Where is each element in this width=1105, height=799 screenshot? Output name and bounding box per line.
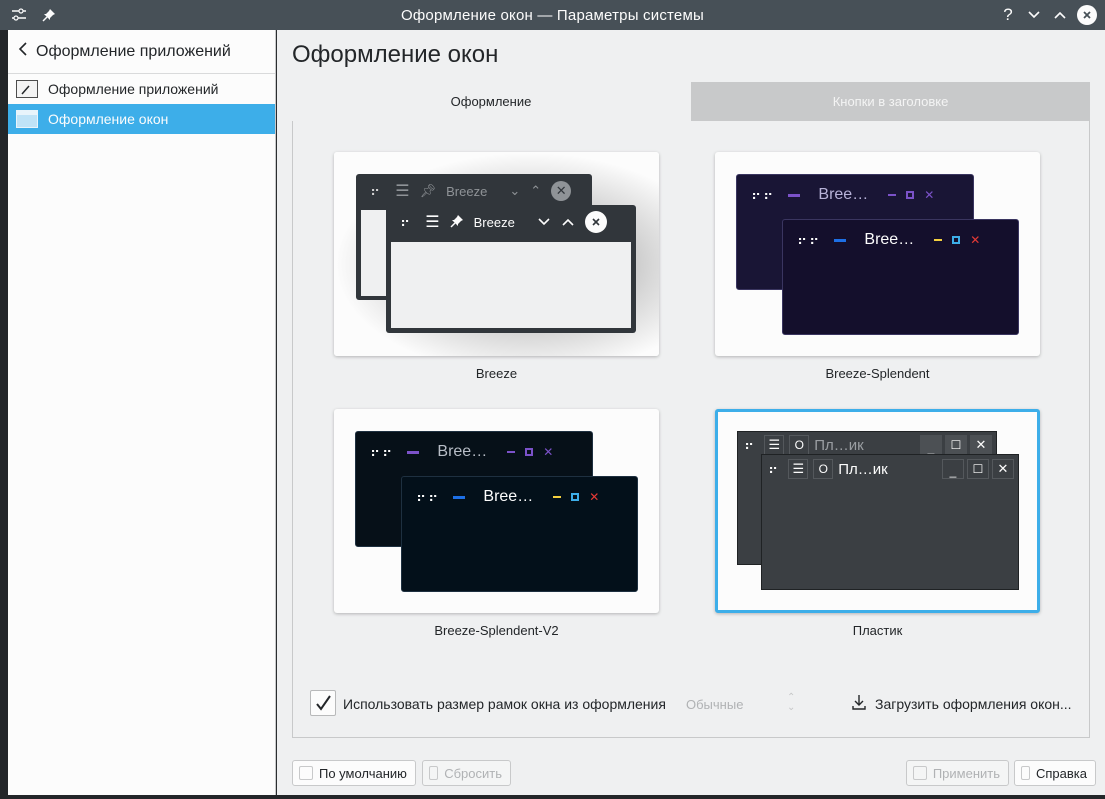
theme-card-breeze-splendent-v2[interactable]: ⠖ ⠖ Bree… ✕ ⠖ ⠖ Bree… ✕ [334, 409, 659, 613]
tab-bar: Оформление Кнопки в заголовке [292, 82, 1090, 121]
window-style-icon [16, 110, 38, 128]
download-icon [851, 694, 867, 713]
help-button[interactable]: ? [999, 5, 1017, 24]
use-border-size-checkbox[interactable] [310, 690, 336, 716]
sidebar-back-label: Оформление приложений [36, 42, 231, 60]
options-row: Использовать размер рамок окна из оформл… [292, 690, 1090, 720]
chevron-up-icon: ⌃ [530, 183, 542, 198]
window-titlebar: Оформление окон — Параметры системы ? [0, 0, 1105, 30]
apply-icon [913, 766, 927, 780]
defaults-button[interactable]: По умолчанию [292, 760, 416, 786]
pin-icon: 📌︎ [419, 183, 437, 198]
tab-titlebar-buttons[interactable]: Кнопки в заголовке [691, 82, 1090, 121]
reset-icon [429, 766, 439, 780]
close-icon: ✕ [551, 181, 572, 201]
sidebar-item-window-style[interactable]: Оформление окон [8, 104, 275, 134]
close-button[interactable] [1077, 5, 1097, 25]
preview-window-front: ⠖ ☰ Breeze [386, 205, 636, 333]
tab-decoration[interactable]: Оформление [292, 82, 690, 121]
chevron-up-icon [561, 215, 575, 230]
sidebar-item-label: Оформление окон [48, 111, 169, 127]
help-icon [1021, 766, 1030, 780]
theme-label: Breeze [475, 366, 518, 381]
window-title: Оформление окон — Параметры системы [401, 7, 704, 24]
theme-card-breeze[interactable]: ⠖ ☰ 📌︎ Breeze ⌄ ⌃ ✕ ⠖ ☰ Breeze [334, 152, 659, 356]
theme-label: Breeze-Splendent-V2 [434, 623, 559, 638]
app-style-icon [16, 80, 38, 98]
apply-button[interactable]: Применить [906, 760, 1009, 786]
theme-card-plastik[interactable]: ⠖ ☰ O Пл…ик _ ☐ ✕ ⠖ ☰ O Пл…ик _ ☐ ✕ [715, 409, 1040, 613]
background-desktop-strip [0, 795, 1105, 799]
chevron-down-icon [537, 215, 551, 230]
preview-title: Breeze [446, 183, 488, 199]
preview-title: Пл…ик [814, 436, 864, 454]
sidebar: Оформление приложений Оформление приложе… [8, 30, 276, 799]
download-decorations-button[interactable]: Загрузить оформления окон... [851, 694, 1072, 713]
minimize-button[interactable] [1025, 6, 1043, 24]
page-title: Оформление окон [292, 41, 499, 68]
use-border-size-label: Использовать размер рамок окна из оформл… [343, 696, 666, 712]
sidebar-back-button[interactable]: Оформление приложений [8, 30, 275, 74]
sidebar-item-label: Оформление приложений [48, 81, 219, 97]
close-icon [584, 211, 607, 233]
preview-title: Bree… [483, 488, 534, 505]
spin-arrows-icon[interactable]: ⌃ ⌄ [787, 693, 795, 713]
maximize-button[interactable] [1051, 6, 1069, 24]
menu-icon: ☰ [395, 183, 410, 200]
themes-panel: ⠖ ☰ 📌︎ Breeze ⌄ ⌃ ✕ ⠖ ☰ Breeze Breeze ⠖ … [292, 121, 1090, 738]
chevron-down-icon: ⌄ [509, 183, 521, 198]
download-label: Загрузить оформления окон... [875, 695, 1072, 712]
reset-label: Сбросить [444, 765, 502, 781]
theme-card-breeze-splendent[interactable]: ⠖ ⠖ Bree… ✕ ⠖ ⠖ Bree… ✕ [715, 152, 1040, 356]
preview-title: Bree… [818, 186, 869, 203]
theme-label: Breeze-Splendent [825, 366, 930, 381]
reset-button[interactable]: Сбросить [422, 760, 511, 786]
main-content: Оформление окон Оформление Кнопки в заго… [277, 30, 1105, 799]
preview-title: Breeze [473, 214, 515, 230]
preview-window-front: ⠖ ⠖ Bree… ✕ [782, 219, 1019, 335]
preview-window-front: ⠖ ⠖ Bree… ✕ [401, 476, 638, 592]
theme-label: Пластик [852, 623, 903, 638]
preview-title: Bree… [864, 231, 915, 248]
preview-window-front: ⠖ ☰ O Пл…ик _ ☐ ✕ [761, 454, 1019, 590]
defaults-icon [299, 766, 313, 780]
menu-icon: ☰ [425, 214, 440, 231]
help-label: Справка [1036, 765, 1087, 781]
defaults-label: По умолчанию [319, 765, 407, 781]
chevron-left-icon [18, 42, 28, 61]
apply-label: Применить [932, 765, 1000, 781]
pin-icon [450, 214, 464, 231]
preview-title: Bree… [437, 443, 488, 460]
preview-title: Пл…ик [838, 460, 888, 478]
background-desktop [0, 30, 8, 799]
sidebar-item-app-style[interactable]: Оформление приложений [8, 74, 275, 104]
border-size-select[interactable]: Обычные [686, 697, 743, 712]
help-footer-button[interactable]: Справка [1014, 760, 1096, 786]
